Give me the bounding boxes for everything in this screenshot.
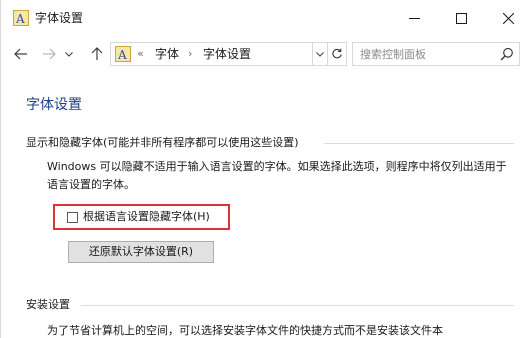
hide-fonts-checkbox-label[interactable]: 根据语言设置隐藏字体(H) bbox=[83, 210, 210, 224]
search-box[interactable] bbox=[352, 42, 520, 66]
forward-button[interactable] bbox=[39, 44, 59, 64]
search-icon[interactable] bbox=[500, 47, 514, 61]
title-bar[interactable]: A 字体设置 bbox=[1, 0, 530, 36]
breadcrumb-separator[interactable]: › bbox=[188, 47, 192, 61]
navigation-bar: A « 字体 › 字体设置 bbox=[1, 38, 530, 70]
chevron-down-icon bbox=[316, 51, 324, 57]
font-settings-window: A 字体设置 A « 字体 › 字体设置 搜索控制面板 字体设置 显示和隐藏字体… bbox=[0, 0, 530, 338]
refresh-button[interactable] bbox=[327, 42, 347, 66]
forward-arrow-icon bbox=[43, 48, 56, 60]
svg-text:A: A bbox=[117, 48, 127, 62]
font-icon: A bbox=[13, 10, 29, 26]
address-dropdown-button[interactable] bbox=[313, 42, 327, 66]
install-settings-description: 为了节省计算机上的空间，可以选择安装字体文件的快捷方式而不是安装该文件本 bbox=[47, 324, 443, 337]
minimize-button[interactable] bbox=[391, 0, 437, 36]
hide-fonts-checkbox[interactable] bbox=[67, 212, 78, 223]
address-overflow-chevron[interactable]: « bbox=[137, 47, 144, 61]
page-title: 字体设置 bbox=[26, 97, 82, 113]
back-arrow-icon bbox=[14, 48, 27, 60]
minimize-icon bbox=[408, 17, 420, 19]
recent-locations-button[interactable] bbox=[63, 44, 75, 64]
maximize-icon bbox=[455, 12, 467, 24]
restore-default-fonts-button[interactable]: 还原默认字体设置(R) bbox=[68, 241, 214, 263]
address-bar[interactable]: A « 字体 › 字体设置 bbox=[110, 42, 313, 66]
chevron-down-icon bbox=[65, 51, 73, 57]
content-pane: 字体设置 显示和隐藏字体(可能并非所有程序都可以使用这些设置) Windows … bbox=[1, 80, 530, 338]
window-title: 字体设置 bbox=[35, 11, 84, 25]
back-button[interactable] bbox=[11, 44, 31, 64]
refresh-icon bbox=[332, 48, 342, 59]
svg-text:A: A bbox=[15, 12, 25, 26]
font-folder-icon: A bbox=[115, 46, 131, 62]
close-icon bbox=[502, 12, 514, 24]
close-button[interactable] bbox=[485, 0, 530, 36]
show-hide-description: Windows 可以隐藏不适用于输入语言设置的字体。如果选择此选项，则程序中将仅… bbox=[47, 160, 507, 191]
highlighted-checkbox-area[interactable]: 根据语言设置隐藏字体(H) bbox=[53, 204, 230, 230]
maximize-button[interactable] bbox=[438, 0, 484, 36]
install-settings-heading: 安装设置 bbox=[26, 298, 70, 311]
breadcrumb-fonts[interactable]: 字体 bbox=[155, 47, 179, 61]
breadcrumb-font-settings[interactable]: 字体设置 bbox=[203, 47, 251, 61]
section-divider bbox=[324, 143, 514, 144]
search-input[interactable] bbox=[353, 43, 500, 65]
show-hide-fonts-heading: 显示和隐藏字体(可能并非所有程序都可以使用这些设置) bbox=[26, 136, 299, 149]
section-divider bbox=[81, 305, 514, 306]
up-button[interactable] bbox=[87, 44, 107, 64]
up-arrow-icon bbox=[91, 47, 103, 60]
